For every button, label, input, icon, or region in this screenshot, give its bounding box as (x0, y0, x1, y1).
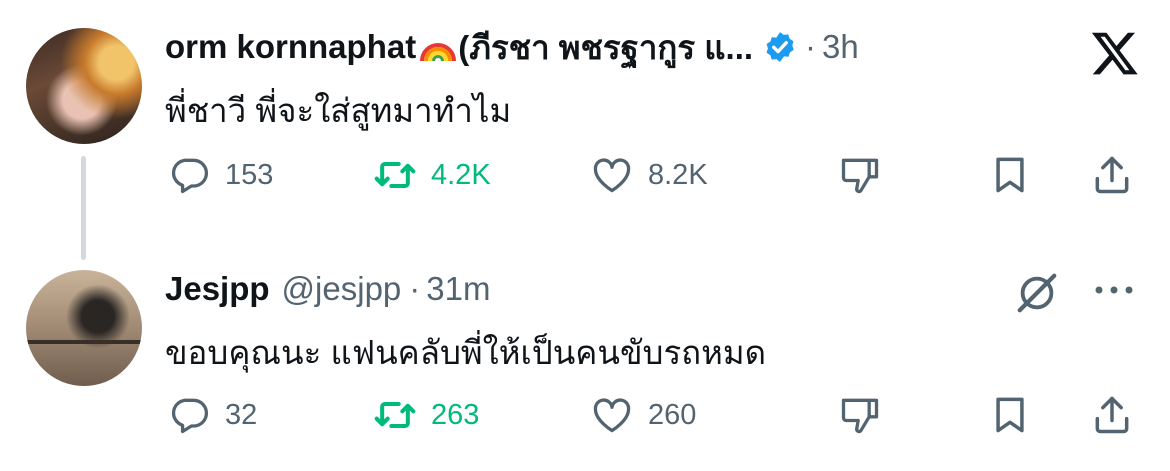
meta-separator: · (409, 270, 421, 307)
tweet-time[interactable]: 3h (822, 28, 859, 66)
repost-count: 263 (431, 398, 480, 431)
reply-count: 32 (225, 398, 258, 431)
repost-icon (374, 401, 416, 429)
share-button[interactable] (1090, 390, 1134, 440)
tweet-1-actions: 153 4.2K 8.2K (0, 150, 1170, 200)
bookmark-button[interactable] (988, 150, 1032, 200)
bookmark-icon (996, 397, 1024, 433)
repost-button[interactable]: 4.2K (373, 150, 491, 200)
bookmark-icon (996, 157, 1024, 193)
tweet-2-header: Jesjpp @jesjpp · 31m (165, 267, 490, 311)
share-icon (1095, 156, 1129, 194)
tweet-time[interactable]: 31m (426, 270, 490, 308)
reply-button[interactable]: 153 (167, 150, 273, 200)
author-name[interactable]: Jesjpp (165, 270, 270, 308)
reply-icon (171, 398, 209, 434)
dislike-icon (841, 398, 879, 434)
tweet-1-header: orm kornnaphat (ภีรชา พชรฐากูร แ... · 3h (165, 25, 859, 69)
like-button[interactable]: 260 (590, 390, 696, 440)
grok-icon[interactable] (1014, 270, 1060, 316)
dislike-button[interactable] (838, 150, 882, 200)
x-logo-icon (1091, 32, 1138, 75)
tweet-2-actions: 32 263 260 (0, 390, 1170, 440)
reply-button[interactable]: 32 (167, 390, 257, 440)
bookmark-button[interactable] (988, 390, 1032, 440)
author-name-suffix[interactable]: (ภีรชา พชรฐากูร แ... (458, 21, 753, 74)
like-icon (593, 398, 631, 433)
avatar-jesjpp[interactable] (26, 270, 142, 386)
tweet-2-text: ขอบคุณนะ แฟนคลับพี่ให้เป็นคนขับรถหมด (165, 334, 767, 371)
repost-count: 4.2K (431, 158, 491, 191)
share-icon (1095, 396, 1129, 434)
share-button[interactable] (1090, 150, 1134, 200)
dislike-icon (841, 158, 879, 194)
reply-icon (171, 158, 209, 194)
like-count: 260 (648, 398, 697, 431)
author-name[interactable]: orm kornnaphat (165, 28, 416, 66)
rainbow-emoji (420, 43, 457, 62)
dislike-button[interactable] (838, 390, 882, 440)
like-button[interactable]: 8.2K (590, 150, 708, 200)
like-count: 8.2K (648, 158, 708, 191)
repost-button[interactable]: 263 (373, 390, 479, 440)
reply-count: 153 (225, 158, 274, 191)
tweet-1-text: พี่ชาวี พี่จะใส่สูทมาทำไม (165, 92, 512, 129)
author-handle[interactable]: @jesjpp (282, 270, 402, 308)
avatar-orm-kornnaphat[interactable] (26, 28, 142, 144)
more-icon[interactable] (1092, 283, 1136, 297)
verified-badge-icon (766, 32, 794, 62)
like-icon (593, 158, 631, 193)
repost-icon (374, 161, 416, 189)
meta-separator: · (805, 28, 817, 65)
